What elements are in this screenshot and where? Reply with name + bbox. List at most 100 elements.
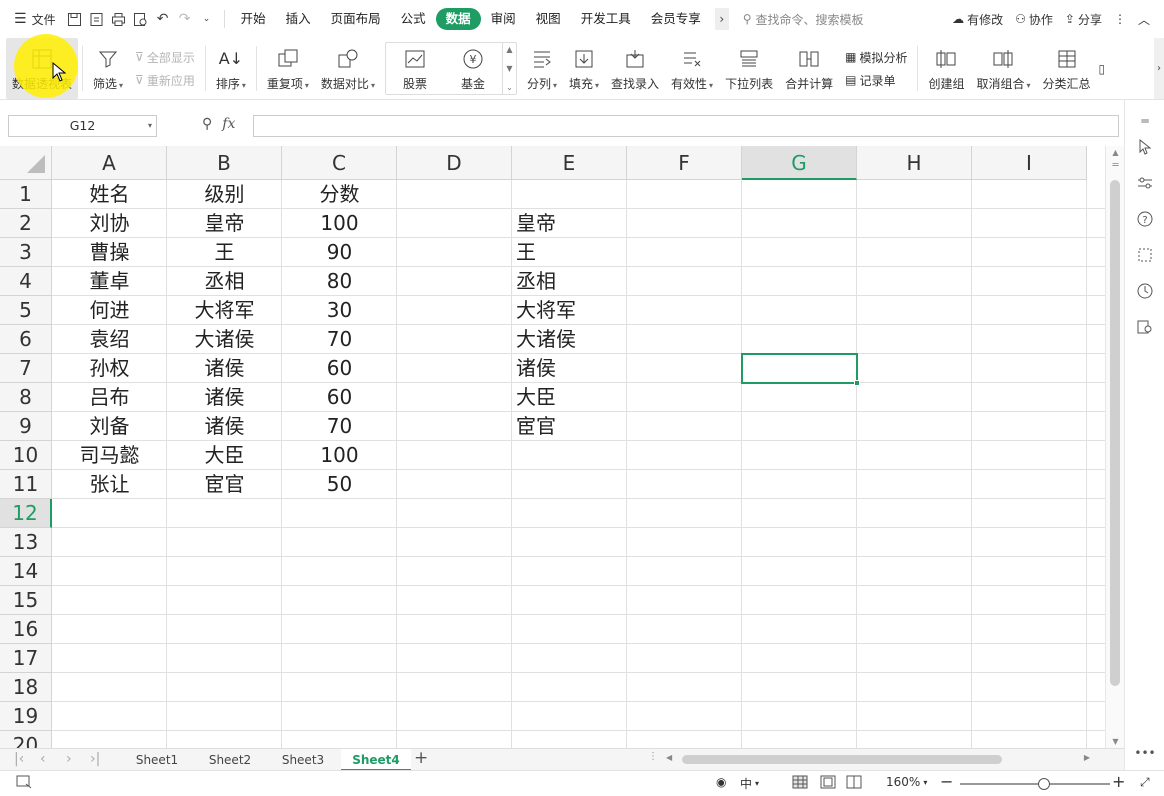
row-header-20[interactable]: 20	[0, 731, 52, 748]
cell-c1[interactable]: 分数	[282, 180, 397, 209]
vertical-scrollbar[interactable]: ▲ ═ ▼	[1105, 146, 1124, 748]
row-header-3[interactable]: 3	[0, 238, 52, 267]
sort-button[interactable]: A↓ 排序 ▾	[210, 38, 252, 99]
horizontal-scrollbar[interactable]: ◀ ▶	[664, 753, 1092, 766]
fund-button[interactable]: ¥ 基金	[444, 43, 502, 94]
zoom-level[interactable]: 160% ▾	[886, 775, 927, 789]
fill-button[interactable]: 填充 ▾	[563, 38, 605, 99]
column-header-a[interactable]: A	[52, 146, 167, 180]
cell-a9[interactable]: 刘备	[52, 412, 167, 441]
undo-icon[interactable]: ↶	[152, 8, 174, 30]
fullscreen-icon[interactable]: ⤢	[1140, 775, 1150, 790]
column-header-b[interactable]: B	[167, 146, 282, 180]
cell-b7[interactable]: 诸侯	[167, 354, 282, 383]
row-header-15[interactable]: 15	[0, 586, 52, 615]
add-sheet-icon[interactable]: +	[414, 748, 428, 768]
cell-a11[interactable]: 张让	[52, 470, 167, 499]
spreadsheet-grid[interactable]: ABCDEFGHI 1 2 3 4 5 6 7 8 9 10 11 12 13 14 15 16 17 18 19 2…	[0, 146, 1105, 748]
cell-b4[interactable]: 丞相	[167, 267, 282, 296]
sheet-tab-sheet2[interactable]: Sheet2	[195, 749, 265, 771]
duplicates-button[interactable]: 重复项 ▾	[261, 38, 315, 99]
row-header-19[interactable]: 19	[0, 702, 52, 731]
cell-e5[interactable]: 大将军	[512, 296, 627, 325]
cell-c10[interactable]: 100	[282, 441, 397, 470]
stock-button[interactable]: 股票	[386, 43, 444, 94]
tab-split-handle[interactable]: ⋮	[648, 751, 658, 762]
sheet-tab-sheet4[interactable]: Sheet4	[341, 749, 411, 771]
simulation-analysis-button[interactable]: ▦ 模拟分析	[845, 49, 907, 66]
ribbon-overflow-icon[interactable]: ▯	[1097, 38, 1108, 99]
tab-home[interactable]: 开始	[231, 8, 276, 30]
formula-input[interactable]	[253, 115, 1119, 137]
cell-b9[interactable]: 诸侯	[167, 412, 282, 441]
share-button[interactable]: ⇪ 分享	[1065, 11, 1102, 28]
cell-a8[interactable]: 吕布	[52, 383, 167, 412]
cell-c6[interactable]: 70	[282, 325, 397, 354]
cell-a4[interactable]: 董卓	[52, 267, 167, 296]
cell-a1[interactable]: 姓名	[52, 180, 167, 209]
scroll-left-icon[interactable]: ◀	[666, 753, 672, 762]
column-header-f[interactable]: F	[627, 146, 742, 180]
zoom-in-icon[interactable]: +	[1112, 772, 1125, 791]
dropdown-list-button[interactable]: 下拉列表	[719, 38, 779, 99]
cell-c8[interactable]: 60	[282, 383, 397, 412]
select-pointer-icon[interactable]	[1125, 134, 1164, 160]
row-header-12[interactable]: 12	[0, 499, 52, 528]
row-header-13[interactable]: 13	[0, 528, 52, 557]
redo-icon[interactable]: ↷	[174, 8, 196, 30]
cell-e6[interactable]: 大诸侯	[512, 325, 627, 354]
cell-c9[interactable]: 70	[282, 412, 397, 441]
zoom-out-icon[interactable]: −	[940, 772, 953, 791]
column-header-e[interactable]: E	[512, 146, 627, 180]
panel-collapse-icon[interactable]: ═	[1125, 108, 1164, 134]
sheet-tab-sheet3[interactable]: Sheet3	[268, 749, 338, 771]
row-header-9[interactable]: 9	[0, 412, 52, 441]
zoom-slider[interactable]	[960, 778, 1110, 790]
show-all-button[interactable]: ⊽ 全部显示	[135, 49, 195, 66]
backup-icon[interactable]	[1125, 278, 1164, 304]
page-layout-view-icon[interactable]	[820, 775, 836, 789]
more-panel-icon[interactable]: •••	[1125, 740, 1164, 766]
column-header-g[interactable]: G	[742, 146, 857, 180]
cell-a5[interactable]: 何进	[52, 296, 167, 325]
input-method-icon[interactable]: 中 ▾	[740, 775, 759, 792]
subtotal-button[interactable]: 分类汇总	[1037, 38, 1097, 99]
cell-c11[interactable]: 50	[282, 470, 397, 499]
eye-protection-icon[interactable]: ◉	[716, 775, 726, 789]
cell-e3[interactable]: 王	[512, 238, 627, 267]
fill-handle[interactable]	[854, 380, 860, 386]
sheet-tab-sheet1[interactable]: Sheet1	[122, 749, 192, 771]
cell-c2[interactable]: 100	[282, 209, 397, 238]
export-pdf-icon[interactable]	[86, 8, 108, 30]
row-header-17[interactable]: 17	[0, 644, 52, 673]
cell-e2[interactable]: 皇帝	[512, 209, 627, 238]
cell-b10[interactable]: 大臣	[167, 441, 282, 470]
cell-e4[interactable]: 丞相	[512, 267, 627, 296]
fx-icon[interactable]: fx	[222, 116, 235, 132]
cell-b5[interactable]: 大将军	[167, 296, 282, 325]
collapse-ribbon-icon[interactable]: ︿	[1138, 11, 1150, 28]
reapply-button[interactable]: ⊽ 重新应用	[135, 72, 195, 89]
row-header-4[interactable]: 4	[0, 267, 52, 296]
scroll-up-icon[interactable]: ▲	[1106, 148, 1125, 157]
help-icon[interactable]: ?	[1125, 206, 1164, 232]
sliders-icon[interactable]	[1125, 170, 1164, 196]
row-header-11[interactable]: 11	[0, 470, 52, 499]
ungroup-button[interactable]: 取消组合 ▾	[970, 38, 1036, 99]
cell-a10[interactable]: 司马懿	[52, 441, 167, 470]
tab-developer[interactable]: 开发工具	[571, 8, 641, 30]
normal-view-icon[interactable]	[792, 775, 808, 789]
row-header-6[interactable]: 6	[0, 325, 52, 354]
modified-status[interactable]: ☁ 有修改	[952, 11, 1003, 28]
format-icon[interactable]	[1125, 242, 1164, 268]
cell-a6[interactable]: 袁绍	[52, 325, 167, 354]
scroll-down-icon[interactable]: ▼	[1106, 737, 1125, 746]
next-sheet-icon[interactable]: ›	[66, 751, 72, 767]
print-preview-icon[interactable]	[130, 8, 152, 30]
select-all-corner[interactable]	[0, 146, 52, 180]
collab-button[interactable]: ⚇ 协作	[1015, 11, 1053, 28]
prev-sheet-icon[interactable]: ‹	[40, 751, 46, 767]
last-sheet-icon[interactable]: ›|	[90, 751, 100, 767]
record-form-button[interactable]: ▤ 记录单	[845, 72, 907, 89]
ribbon-scroll-right-icon[interactable]: ›	[1154, 38, 1164, 99]
